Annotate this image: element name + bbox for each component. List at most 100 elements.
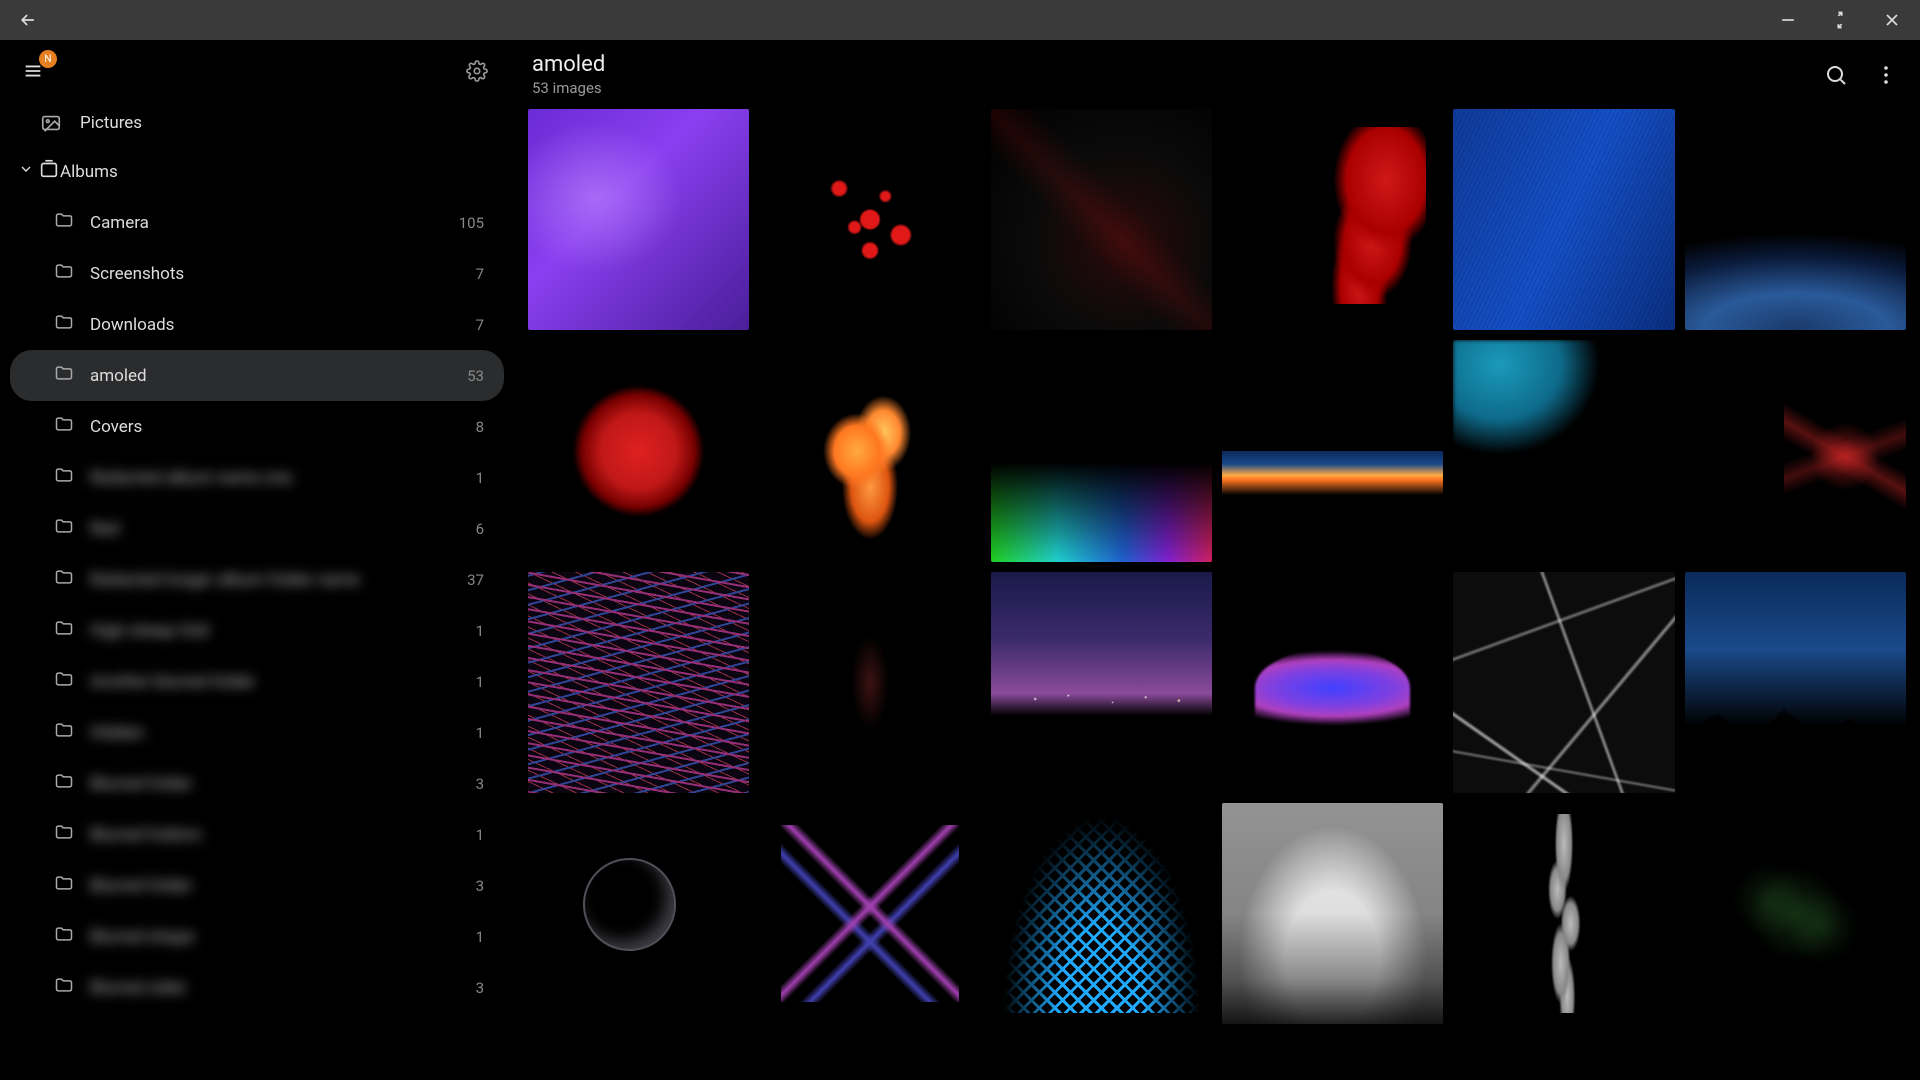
album-count: 105 <box>459 214 484 232</box>
folder-icon <box>54 465 74 490</box>
image-thumbnail[interactable] <box>1685 572 1906 793</box>
album-subtitle: 53 images <box>532 79 605 97</box>
image-grid <box>528 109 1906 1034</box>
more-button[interactable] <box>1870 59 1902 91</box>
folder-icon <box>54 822 74 847</box>
folder-icon <box>54 210 74 235</box>
album-name: Blurred shape <box>90 927 194 947</box>
album-item[interactable]: amoled 53 <box>10 350 504 401</box>
main-content: amoled 53 images <box>510 40 1920 1080</box>
image-thumbnail[interactable] <box>759 572 980 793</box>
album-count: 3 <box>476 775 484 793</box>
album-count: 1 <box>476 724 484 742</box>
image-thumbnail[interactable] <box>991 572 1212 793</box>
close-button[interactable] <box>1876 4 1908 36</box>
restore-button[interactable] <box>1824 4 1856 36</box>
folder-icon <box>54 873 74 898</box>
album-name: Red <box>90 519 119 539</box>
album-count: 1 <box>476 622 484 640</box>
album-item[interactable]: High sheep fold 1 <box>10 605 504 656</box>
image-thumbnail[interactable] <box>1453 572 1674 793</box>
album-count: 37 <box>467 571 484 589</box>
image-thumbnail[interactable] <box>528 340 749 561</box>
image-thumbnail[interactable] <box>1453 803 1674 1024</box>
album-item[interactable]: Screenshots7 <box>10 248 504 299</box>
folder-icon <box>54 414 74 439</box>
menu-button[interactable]: N <box>18 56 48 86</box>
image-thumbnail[interactable] <box>1453 340 1674 561</box>
folder-icon <box>54 669 74 694</box>
album-item[interactable]: Red6 <box>10 503 504 554</box>
image-thumbnail[interactable] <box>759 109 980 330</box>
album-name: Another blurred folder <box>90 672 255 692</box>
folder-icon <box>54 363 74 388</box>
album-item[interactable]: Camera 105 <box>10 197 504 248</box>
nav-albums[interactable]: Albums <box>10 146 504 197</box>
album-name: Blurred foldnm <box>90 825 202 845</box>
album-item[interactable]: Blurred shape 1 <box>10 911 504 962</box>
folder-icon <box>54 618 74 643</box>
album-name: Camera <box>90 213 149 233</box>
image-thumbnail[interactable] <box>1222 572 1443 793</box>
album-title: amoled <box>532 52 605 77</box>
image-thumbnail[interactable] <box>1453 109 1674 330</box>
image-thumbnail[interactable] <box>1685 340 1906 561</box>
image-thumbnail[interactable] <box>759 803 980 1024</box>
album-name: Redacted longer album folder name <box>90 570 360 590</box>
image-thumbnail[interactable] <box>759 340 980 561</box>
folder-icon <box>54 516 74 541</box>
album-count: 3 <box>476 979 484 997</box>
album-count: 1 <box>476 826 484 844</box>
album-item[interactable]: Blurred foldnm 1 <box>10 809 504 860</box>
album-count: 53 <box>467 367 484 385</box>
album-name: Blurred older <box>90 978 186 998</box>
album-count: 7 <box>476 265 484 283</box>
album-name: Hidden <box>90 723 144 743</box>
folder-icon <box>54 771 74 796</box>
image-thumbnail[interactable] <box>1222 109 1443 330</box>
titlebar <box>0 0 1920 40</box>
image-thumbnail[interactable] <box>1222 340 1443 561</box>
image-thumbnail[interactable] <box>1222 803 1443 1024</box>
album-count: 1 <box>476 673 484 691</box>
folder-icon <box>54 975 74 1000</box>
settings-button[interactable] <box>462 56 492 86</box>
nav-pictures[interactable]: Pictures <box>10 100 504 146</box>
back-button[interactable] <box>12 4 44 36</box>
albums-icon <box>38 158 60 185</box>
album-name: amoled <box>90 366 147 386</box>
image-thumbnail[interactable] <box>991 340 1212 561</box>
album-count: 3 <box>476 877 484 895</box>
sidebar: N Pictures Albums Camera 105 Screenshots7D… <box>0 40 510 1080</box>
album-item[interactable]: Blurred folder 3 <box>10 758 504 809</box>
notification-badge: N <box>39 50 57 68</box>
album-item[interactable]: Hidden 1 <box>10 707 504 758</box>
image-thumbnail[interactable] <box>991 803 1212 1024</box>
album-count: 1 <box>476 469 484 487</box>
album-item[interactable]: Another blurred folder 1 <box>10 656 504 707</box>
folder-icon <box>54 720 74 745</box>
image-thumbnail[interactable] <box>1685 803 1906 1024</box>
album-name: Redacted album name one <box>90 468 292 488</box>
album-item[interactable]: Downloads7 <box>10 299 504 350</box>
album-name: High sheep fold <box>90 621 209 641</box>
image-thumbnail[interactable] <box>528 803 749 1024</box>
chevron-down-icon <box>18 161 34 182</box>
image-thumbnail[interactable] <box>528 572 749 793</box>
image-thumbnail[interactable] <box>528 109 749 330</box>
folder-icon <box>54 924 74 949</box>
search-button[interactable] <box>1820 59 1852 91</box>
album-item[interactable]: Redacted album name one 1 <box>10 452 504 503</box>
album-item[interactable]: Blurred folder3 <box>10 860 504 911</box>
album-count: 1 <box>476 928 484 946</box>
image-thumbnail[interactable] <box>991 109 1212 330</box>
folder-icon <box>54 567 74 592</box>
minimize-button[interactable] <box>1772 4 1804 36</box>
image-thumbnail[interactable] <box>1685 109 1906 330</box>
folder-icon <box>54 261 74 286</box>
album-item[interactable]: Covers8 <box>10 401 504 452</box>
album-item[interactable]: Redacted longer album folder name 37 <box>10 554 504 605</box>
album-item[interactable]: Blurred older 3 <box>10 962 504 1013</box>
album-name: Blurred folder <box>90 774 192 794</box>
folder-icon <box>54 312 74 337</box>
